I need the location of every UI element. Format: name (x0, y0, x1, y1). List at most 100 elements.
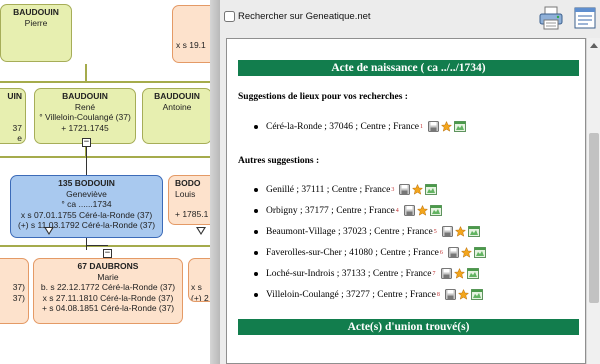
footnote-ref: 7 (432, 270, 436, 277)
search-geneatique-label: Rechercher sur Geneatique.net (238, 11, 371, 22)
place-actions (440, 268, 479, 279)
person-card-antoine-baudouin[interactable]: BAUDOUIN Antoine (142, 88, 210, 144)
place-suggestion-item[interactable]: Beaumont-Village ; 37023 ; Centre ; Fran… (254, 226, 480, 237)
person-death: + 1721.1745 (61, 122, 109, 133)
person-first-name: Louis (175, 188, 196, 199)
map-icon[interactable] (467, 226, 480, 237)
expand-down-icon[interactable] (196, 227, 206, 235)
union-record-banner: Acte(s) d'union trouvé(s) (238, 319, 579, 335)
collapse-toggle-parents[interactable]: − (82, 138, 91, 147)
person-card-left-edge[interactable]: UIN 37 e (0, 88, 26, 144)
person-event: x s 19.1 (176, 40, 206, 50)
map-icon[interactable] (466, 268, 479, 279)
tree-connector (85, 64, 87, 83)
printer-icon (539, 6, 563, 30)
map-icon[interactable] (425, 184, 438, 195)
person-baptism: b. s 22.12.1772 Céré-la-Ronde (37) (40, 282, 176, 292)
tree-connector (86, 237, 87, 250)
person-card-bottom-right[interactable]: x s (+) 2 (188, 258, 210, 302)
bullet-icon (254, 187, 258, 192)
map-icon[interactable] (454, 121, 466, 132)
person-first-name: Pierre (24, 17, 48, 28)
other-suggestions-heading: Autres suggestions : (238, 156, 320, 166)
place-suggestion-item[interactable]: Genillé ; 37111 ; Centre ; France 3 (254, 184, 438, 195)
place-suggestion-item[interactable]: Orbigny ; 37177 ; Centre ; France 4 (254, 205, 442, 216)
person-event: e (17, 133, 22, 143)
bullet-icon (254, 271, 258, 276)
footnote-ref: 3 (391, 186, 395, 193)
scroll-up-icon[interactable] (590, 43, 598, 48)
person-card-top-right[interactable]: x s 19.1 (172, 5, 210, 63)
scroll-thumb[interactable] (589, 133, 599, 303)
star-icon[interactable] (454, 226, 466, 237)
star-icon[interactable] (457, 289, 469, 300)
star-icon[interactable] (460, 247, 472, 258)
document-button[interactable] (570, 4, 600, 32)
search-geneatique-checkbox-input[interactable] (224, 11, 235, 22)
splitter[interactable] (210, 0, 220, 364)
place-text: Loché-sur-Indrois ; 37133 ; Centre ; Fra… (266, 268, 432, 279)
tree-connector (0, 81, 210, 83)
save-disk-icon[interactable] (441, 226, 453, 237)
person-card-pierre-baudouin[interactable]: BAUDOUIN Pierre (0, 4, 72, 62)
place-text: Villeloin-Coulangé ; 37277 ; Centre ; Fr… (266, 289, 436, 300)
person-first-name: Antoine (162, 101, 192, 112)
bullet-icon (254, 124, 258, 129)
footnote-ref: 5 (433, 228, 437, 235)
place-actions (444, 289, 483, 300)
expand-down-icon[interactable] (44, 227, 54, 235)
map-icon[interactable] (429, 205, 442, 216)
person-card-marie-daubrons[interactable]: 67 DAUBRONS Marie b. s 22.12.1772 Céré-l… (33, 258, 183, 324)
suggestions-content[interactable]: Acte de naissance ( ca ../../1734) Sugge… (226, 38, 586, 364)
place-text: Orbigny ; 37177 ; Centre ; France (266, 205, 395, 216)
map-icon[interactable] (470, 289, 483, 300)
person-name: 135 BODOUIN (58, 178, 115, 188)
footnote-ref: 1 (420, 123, 424, 130)
print-button[interactable] (536, 4, 566, 32)
place-suggestion-main[interactable]: Céré-la-Ronde ; 37046 ; Centre ; France … (254, 121, 466, 132)
document-icon (574, 7, 596, 29)
person-event: 37 (12, 122, 22, 133)
place-text: Céré-la-Ronde ; 37046 ; Centre ; France (266, 121, 420, 132)
person-card-bottom-left[interactable]: 37) 37) (0, 258, 29, 324)
save-disk-icon[interactable] (403, 205, 415, 216)
place-suggestion-item[interactable]: Loché-sur-Indrois ; 37133 ; Centre ; Fra… (254, 268, 479, 279)
person-birth: ° Villeloin-Coulangé (37) (39, 112, 131, 122)
bullet-icon (254, 208, 258, 213)
person-card-rene-baudouin[interactable]: BAUDOUIN René ° Villeloin-Coulangé (37) … (34, 88, 136, 144)
person-name: BAUDOUIN (62, 91, 108, 101)
suggestions-heading: Suggestions de lieux pour vos recherches… (238, 92, 408, 102)
star-icon[interactable] (416, 205, 428, 216)
person-event: (+) 2 (191, 292, 209, 302)
star-icon[interactable] (453, 268, 465, 279)
map-icon[interactable] (473, 247, 486, 258)
person-marriage: x s 07.01.1755 Céré-la-Ronde (37) (20, 209, 153, 220)
vertical-scrollbar[interactable] (586, 38, 600, 364)
person-birth: ° ca ......1734 (61, 199, 112, 209)
footnote-ref: 6 (439, 249, 443, 256)
search-geneatique-checkbox[interactable]: Rechercher sur Geneatique.net (224, 11, 371, 22)
family-tree-view[interactable]: BAUDOUIN Pierre x s 19.1 UIN 37 e BAUDOU… (0, 0, 210, 364)
person-event: x s (191, 282, 202, 292)
person-card-louis-bodo[interactable]: BODO Louis + 1785.1 (168, 175, 210, 225)
person-death: + s 04.08.1851 Céré-la-Ronde (37) (41, 303, 175, 313)
person-card-genevieve-bodouin[interactable]: 135 BODOUIN Geneviève ° ca ......1734 x … (10, 175, 163, 238)
star-icon[interactable] (441, 121, 453, 132)
save-disk-icon[interactable] (444, 289, 456, 300)
person-name: UIN (7, 91, 22, 101)
place-actions (441, 226, 480, 237)
panel-toolbar: Rechercher sur Geneatique.net (220, 0, 600, 38)
save-disk-icon[interactable] (428, 121, 439, 132)
tree-connector (86, 245, 108, 246)
place-suggestions-panel: Rechercher sur Geneatique.net Acte de na… (220, 0, 600, 364)
person-marriage: x s 27.11.1810 Céré-la-Ronde (37) (42, 292, 174, 303)
star-icon[interactable] (412, 184, 424, 195)
collapse-toggle-children[interactable]: − (103, 249, 112, 258)
person-name: BAUDOUIN (13, 7, 59, 17)
place-suggestion-item[interactable]: Villeloin-Coulangé ; 37277 ; Centre ; Fr… (254, 289, 483, 300)
save-disk-icon[interactable] (447, 247, 459, 258)
save-disk-icon[interactable] (440, 268, 452, 279)
place-suggestion-item[interactable]: Faverolles-sur-Cher ; 41080 ; Centre ; F… (254, 247, 486, 258)
save-disk-icon[interactable] (399, 184, 411, 195)
birth-record-banner: Acte de naissance ( ca ../../1734) (238, 60, 579, 76)
